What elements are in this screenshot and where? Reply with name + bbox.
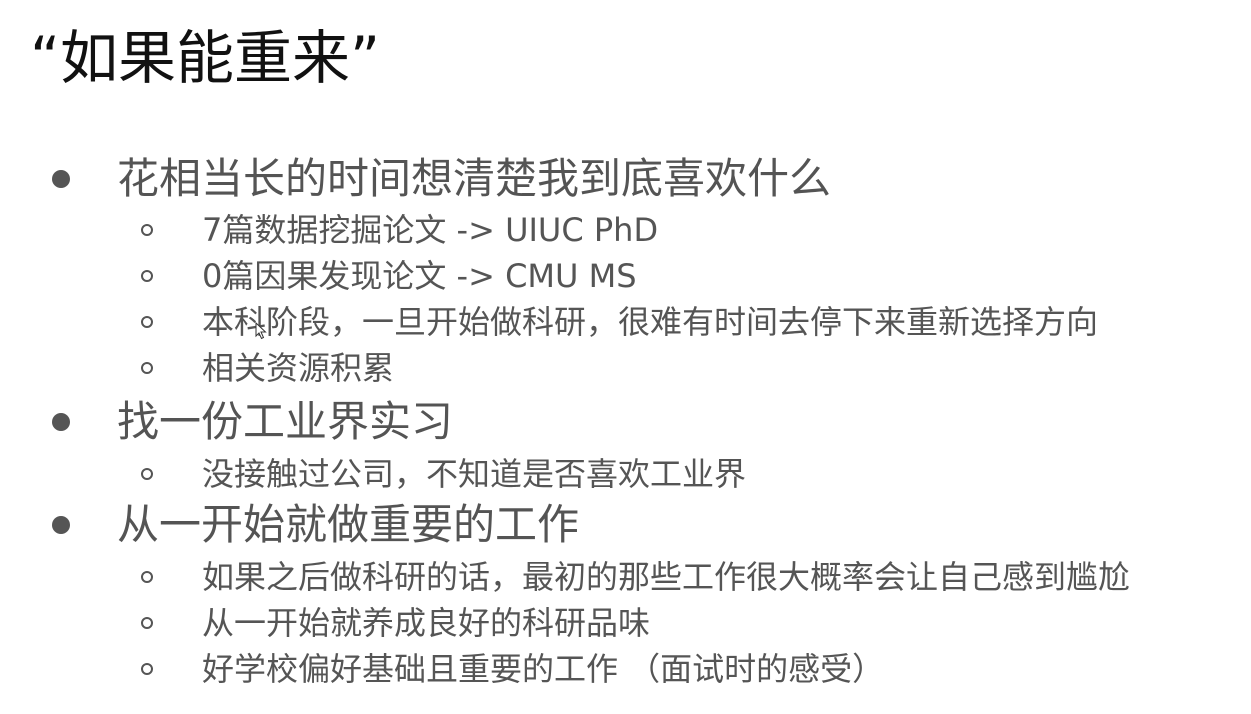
bullet-text: 0篇因果发现论文 -> CMU MS — [202, 257, 637, 295]
bullet-text: 好学校偏好基础且重要的工作 （面试时的感受） — [202, 650, 885, 688]
hollow-bullet-icon — [141, 663, 153, 675]
bullet-text: 如果之后做科研的话，最初的那些工作很大概率会让自己感到尴尬 — [202, 558, 1131, 596]
hollow-bullet-icon — [141, 224, 153, 236]
bullet-item-level1: 找一份工业界实习 — [0, 394, 1251, 450]
bullet-text: 没接触过公司，不知道是否喜欢工业界 — [202, 455, 747, 493]
bullet-item-level2: 相关资源积累 — [0, 346, 1251, 390]
bullet-item-level2: 从一开始就养成良好的科研品味 — [0, 601, 1251, 645]
bullet-item-level1: 从一开始就做重要的工作 — [0, 497, 1251, 553]
hollow-bullet-icon — [141, 270, 153, 282]
bullet-item-level2: 7篇数据挖掘论文 -> UIUC PhD — [0, 208, 1251, 252]
bullet-text: 从一开始就养成良好的科研品味 — [202, 604, 651, 642]
bullet-text: 相关资源积累 — [202, 349, 395, 387]
mouse-pointer-icon — [255, 322, 267, 340]
bullet-item-level2: 没接触过公司，不知道是否喜欢工业界 — [0, 452, 1251, 496]
bullet-item-level2: 0篇因果发现论文 -> CMU MS — [0, 254, 1251, 298]
filled-bullet-icon — [52, 170, 70, 188]
slide-title: “如果能重来” — [30, 24, 381, 92]
filled-bullet-icon — [52, 413, 70, 431]
slide: “如果能重来” 花相当长的时间想清楚我到底喜欢什么 7篇数据挖掘论文 -> UI… — [0, 0, 1251, 714]
hollow-bullet-icon — [141, 617, 153, 629]
bullet-item-level2: 好学校偏好基础且重要的工作 （面试时的感受） — [0, 647, 1251, 691]
hollow-bullet-icon — [141, 316, 153, 328]
filled-bullet-icon — [52, 516, 70, 534]
bullet-text: 找一份工业界实习 — [117, 397, 454, 446]
bullet-item-level2: 如果之后做科研的话，最初的那些工作很大概率会让自己感到尴尬 — [0, 555, 1251, 599]
hollow-bullet-icon — [141, 571, 153, 583]
hollow-bullet-icon — [141, 362, 153, 374]
bullet-text: 7篇数据挖掘论文 -> UIUC PhD — [202, 211, 659, 249]
bullet-text: 花相当长的时间想清楚我到底喜欢什么 — [117, 154, 832, 203]
bullet-text: 从一开始就做重要的工作 — [117, 500, 580, 549]
bullet-item-level1: 花相当长的时间想清楚我到底喜欢什么 — [0, 151, 1251, 207]
hollow-bullet-icon — [141, 468, 153, 480]
bullet-text: 本科阶段，一旦开始做科研，很难有时间去停下来重新选择方向 — [202, 303, 1099, 341]
bullet-item-level2: 本科阶段，一旦开始做科研，很难有时间去停下来重新选择方向 — [0, 300, 1251, 344]
